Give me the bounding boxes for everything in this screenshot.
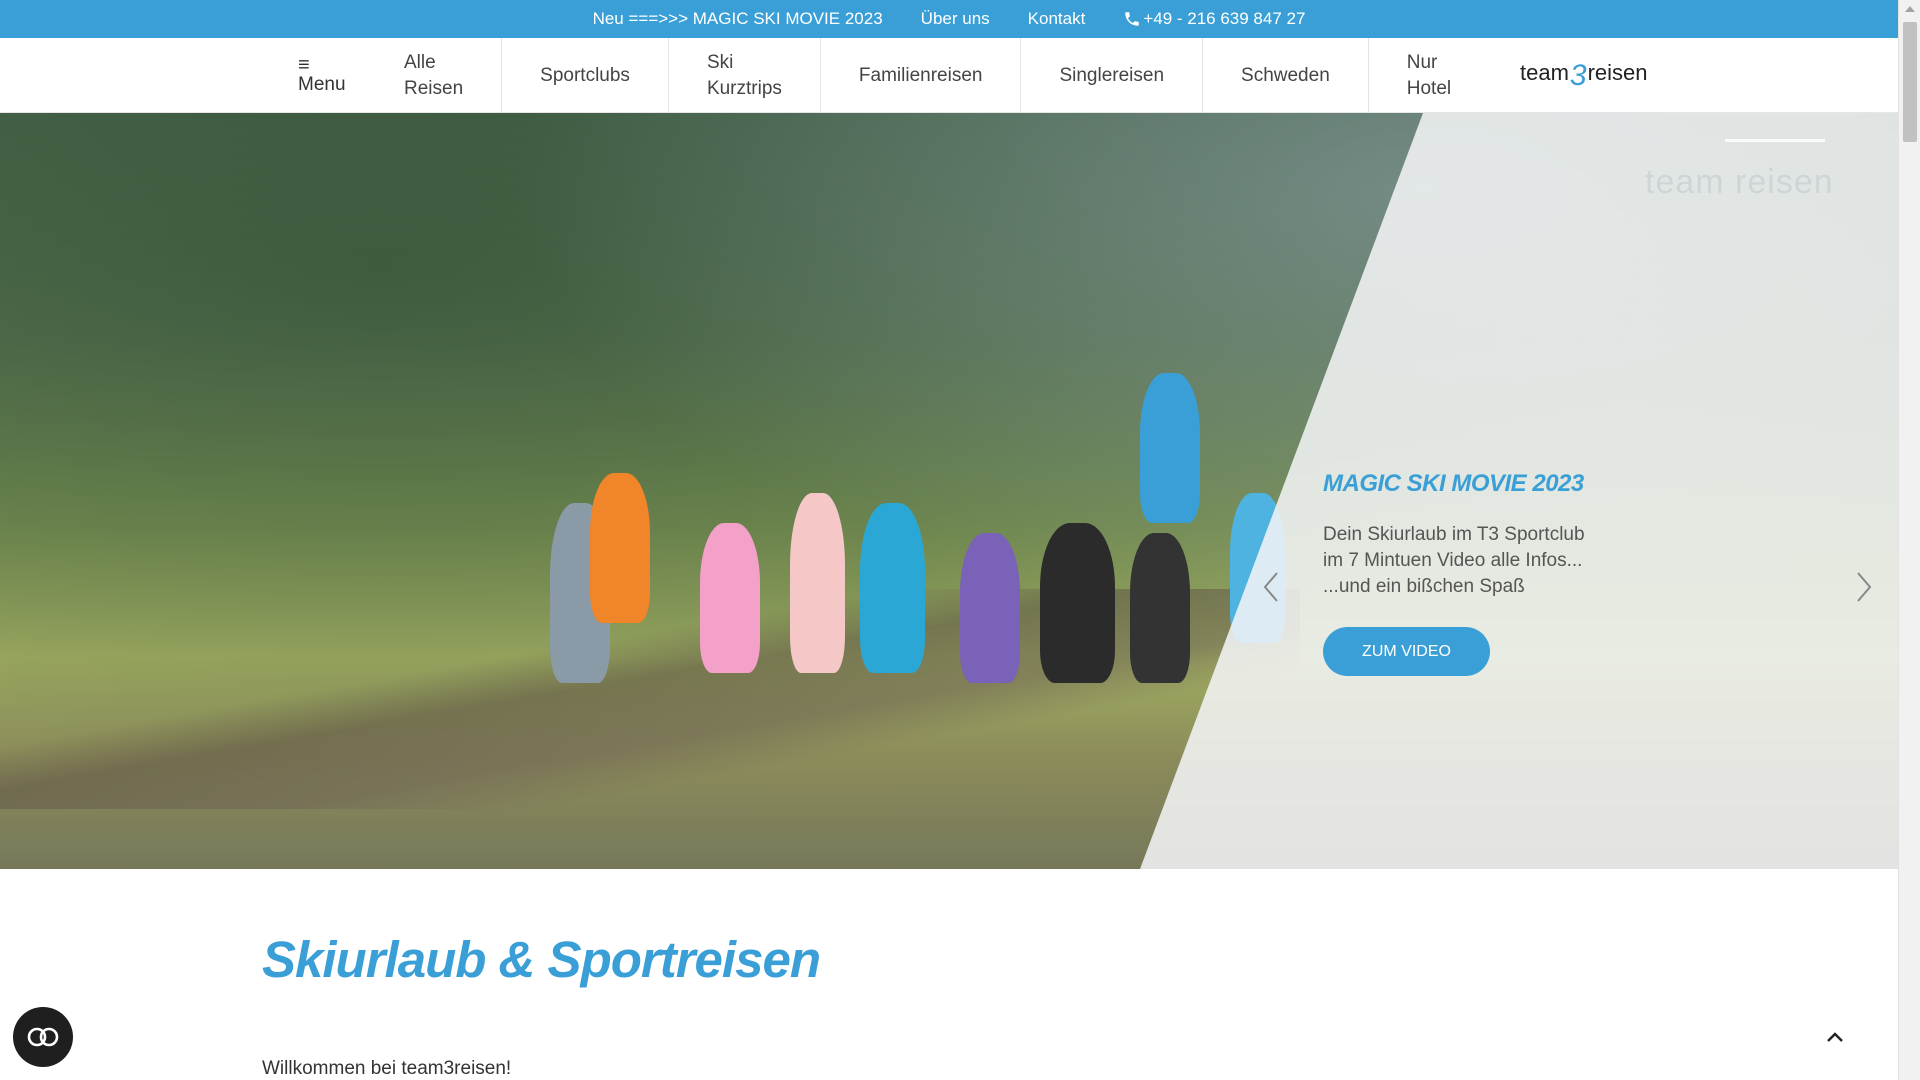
nav-item-familienreisen[interactable]: Familienreisen <box>821 38 1022 113</box>
hikers-group <box>540 333 1320 753</box>
logo-text-left: team <box>1520 60 1569 85</box>
accessibility-icon <box>27 1027 59 1047</box>
nav-item-schweden[interactable]: Schweden <box>1203 38 1369 113</box>
chevron-right-icon <box>1857 572 1872 602</box>
scrollbar-thumb[interactable] <box>1903 22 1917 142</box>
nav-item-ski-kurztrips[interactable]: Ski Kurztrips <box>669 38 821 113</box>
page-scrollbar[interactable] <box>1898 0 1920 1080</box>
top-bar: Neu ===>>> MAGIC SKI MOVIE 2023 Über uns… <box>0 0 1898 38</box>
nav-item-label: Familienreisen <box>858 64 983 86</box>
scroll-to-top-button[interactable] <box>1820 1024 1850 1050</box>
slide-title: MAGIC SKI MOVIE 2023 <box>1323 470 1584 497</box>
phone-link[interactable]: +49 - 216 639 847 27 <box>1123 9 1305 29</box>
nav-items: ≡ Menu Alle Reisen Sportclubs Ski Kurztr… <box>280 38 1489 113</box>
watermark-line <box>1725 139 1825 142</box>
site-logo[interactable]: team 3 reisen <box>1520 56 1648 92</box>
nav-item-label: Alle Reisen <box>404 51 464 99</box>
nav-item-alle-reisen[interactable]: Alle Reisen <box>390 38 503 113</box>
chevron-left-icon <box>1263 572 1278 602</box>
scroll-up-arrow-icon[interactable] <box>1905 6 1915 12</box>
about-link[interactable]: Über uns <box>921 9 990 29</box>
logo-mark: 3 <box>1569 59 1587 92</box>
nav-item-label: Ski Kurztrips <box>706 51 782 99</box>
chevron-up-icon <box>1827 1032 1843 1042</box>
slide-description: Dein Skiurlaub im T3 Sportclub im 7 Mint… <box>1323 522 1585 600</box>
nav-item-label: Schweden <box>1241 64 1330 86</box>
contact-link[interactable]: Kontakt <box>1028 9 1086 29</box>
slide-line: Dein Skiurlaub im T3 Sportclub <box>1323 524 1585 545</box>
menu-label: Menu <box>298 73 346 95</box>
nav-item-label: Sportclubs <box>540 64 630 86</box>
page-headline: Skiurlaub & Sportreisen <box>262 931 821 988</box>
promo-link[interactable]: Neu ===>>> MAGIC SKI MOVIE 2023 <box>593 9 883 29</box>
welcome-text: Willkommen bei team3reisen! <box>262 1058 512 1079</box>
nav-item-label: Singlereisen <box>1059 64 1165 86</box>
nav-item-singlereisen[interactable]: Singlereisen <box>1021 38 1204 113</box>
watermark-logo: team reisen <box>1645 163 1834 201</box>
hero-slider: team reisen MAGIC SKI MOVIE 2023 Dein Sk… <box>0 113 1898 869</box>
phone-icon <box>1125 12 1140 26</box>
hamburger-icon: ≡ <box>298 53 310 76</box>
main-navigation: ≡ Menu Alle Reisen Sportclubs Ski Kurztr… <box>0 38 1898 113</box>
phone-number: +49 - 216 639 847 27 <box>1143 9 1306 28</box>
slider-prev-button[interactable] <box>1257 567 1287 607</box>
menu-button[interactable]: ≡ Menu <box>280 38 390 113</box>
zum-video-button[interactable]: ZUM VIDEO <box>1323 627 1490 676</box>
slide-line: im 7 Mintuen Video alle Infos... <box>1323 550 1583 571</box>
nav-item-nur-hotel[interactable]: Nur Hotel <box>1369 38 1489 113</box>
accessibility-button[interactable] <box>13 1007 73 1067</box>
nav-item-sportclubs[interactable]: Sportclubs <box>502 38 669 113</box>
slide-line: ...und ein bißchen Spaß <box>1323 576 1525 597</box>
logo-text-right: reisen <box>1587 60 1648 85</box>
nav-item-label: Nur Hotel <box>1406 51 1452 99</box>
slider-next-button[interactable] <box>1848 567 1878 607</box>
